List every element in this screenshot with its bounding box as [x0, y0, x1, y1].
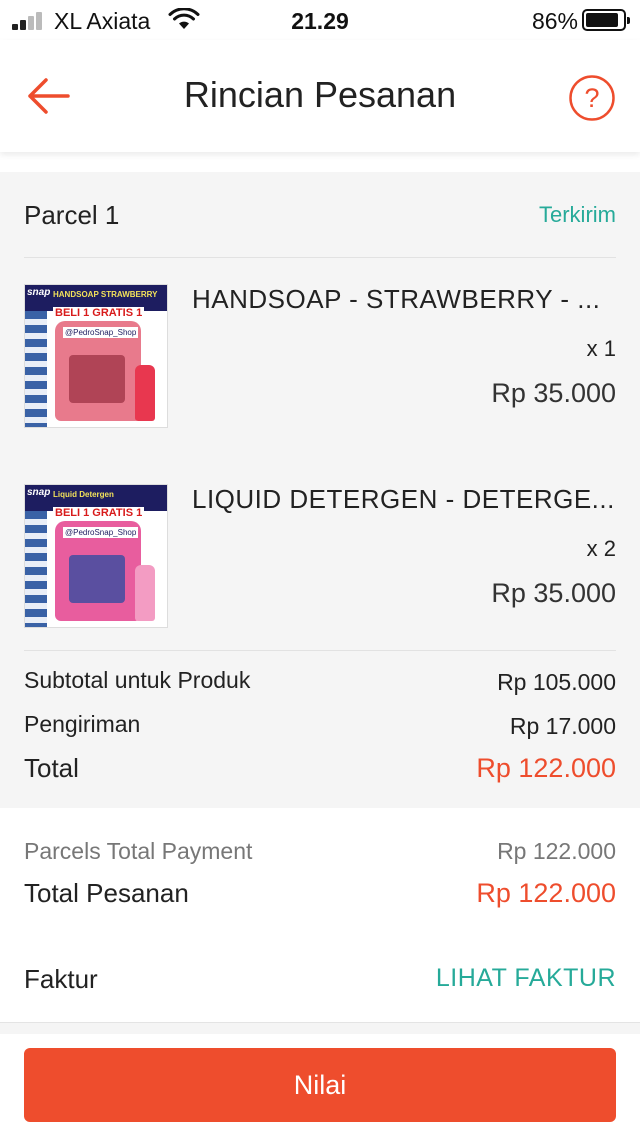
- question-circle-icon[interactable]: ?: [568, 74, 616, 122]
- shipping-value: Rp 17.000: [509, 713, 616, 739]
- rate-button[interactable]: Nilai: [24, 1048, 616, 1122]
- order-item[interactable]: snap Liquid Detergen BELI 1 GRATIS 1 @Pe…: [24, 484, 616, 628]
- parcel-status: Terkirim: [539, 202, 616, 227]
- parcel-card: Parcel 1 Terkirim snap HANDSOAP STRAWBER…: [0, 172, 640, 808]
- parcel-title: Parcel 1: [24, 200, 120, 230]
- navigation-bar: Rincian Pesanan ?: [0, 40, 640, 152]
- page-title: Rincian Pesanan: [183, 74, 457, 115]
- divider: [0, 1022, 640, 1034]
- subtotal-value: Rp 105.000: [497, 669, 616, 695]
- parcels-total-value: Rp 122.000: [497, 838, 616, 864]
- product-name: HANDSOAP - STRAWBERRY - ...: [192, 284, 601, 314]
- order-item[interactable]: snap HANDSOAP STRAWBERRY BELI 1 GRATIS 1…: [24, 284, 616, 428]
- status-bar: XL Axiata 21.29 86%: [0, 0, 640, 40]
- product-quantity: x 2: [586, 536, 616, 561]
- total-label: Total: [24, 753, 79, 783]
- view-invoice-link[interactable]: LIHAT FAKTUR: [436, 964, 616, 993]
- battery-icon: [582, 9, 630, 31]
- battery-percentage: 86%: [531, 8, 578, 34]
- product-quantity: x 1: [586, 336, 616, 361]
- product-price: Rp 35.000: [491, 578, 616, 608]
- invoice-label: Faktur: [24, 964, 98, 994]
- price-summary: Subtotal untuk Produk Rp 105.000 Pengiri…: [24, 650, 616, 783]
- product-thumbnail: snap HANDSOAP STRAWBERRY BELI 1 GRATIS 1…: [24, 284, 168, 428]
- shipping-label: Pengiriman: [24, 711, 141, 737]
- svg-text:?: ?: [584, 83, 599, 113]
- bottom-action-bar: Nilai: [0, 1034, 640, 1136]
- order-total-value: Rp 122.000: [476, 878, 616, 908]
- parcel-header: Parcel 1 Terkirim: [24, 172, 616, 258]
- subtotal-label: Subtotal untuk Produk: [24, 667, 251, 693]
- payment-summary: Parcels Total Payment Rp 122.000 Total P…: [0, 808, 640, 1020]
- product-thumbnail: snap Liquid Detergen BELI 1 GRATIS 1 @Pe…: [24, 484, 168, 628]
- product-name: LIQUID DETERGEN - DETERGE...: [192, 484, 615, 514]
- order-total-label: Total Pesanan: [24, 878, 189, 908]
- total-value: Rp 122.000: [476, 753, 616, 783]
- parcels-total-label: Parcels Total Payment: [24, 838, 253, 864]
- product-price: Rp 35.000: [491, 378, 616, 408]
